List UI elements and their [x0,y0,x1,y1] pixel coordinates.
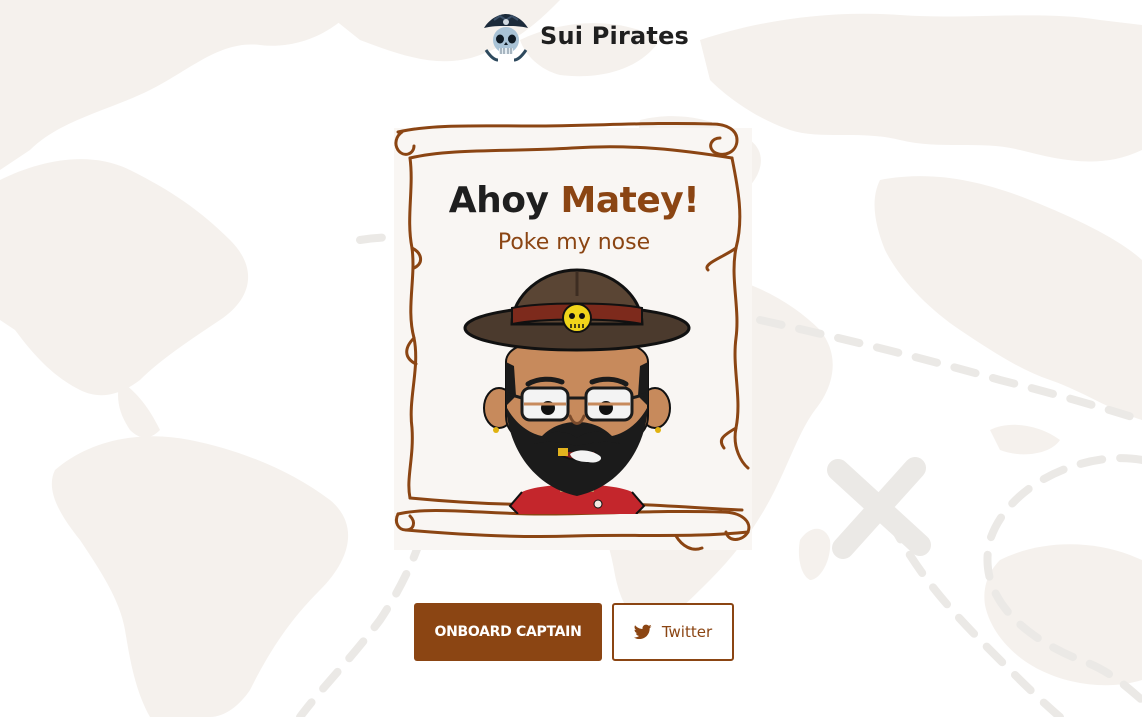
greeting-title-accent: Matey! [560,180,700,221]
greeting-title: Ahoy Matey! [392,180,756,221]
onboard-captain-label: ONBOARD CAPTAIN [434,624,582,640]
greeting-title-plain: Ahoy [448,180,549,221]
header: Sui Pirates [480,10,689,62]
brand-name: Sui Pirates [540,22,690,50]
twitter-button[interactable]: Twitter [612,603,734,661]
page: Sui Pirates Ahoy Matey! Poke my nose ONB… [0,0,1142,717]
twitter-label: Twitter [661,623,713,641]
greeting-subtitle: Poke my nose [497,230,651,255]
greeting-card: Ahoy Matey! Poke my nose [392,118,756,554]
pirate-skull-logo-icon[interactable] [480,10,532,62]
onboard-captain-button[interactable]: ONBOARD CAPTAIN [414,603,602,661]
pirate-captain-avatar[interactable] [462,266,692,514]
twitter-bird-icon [633,624,652,640]
